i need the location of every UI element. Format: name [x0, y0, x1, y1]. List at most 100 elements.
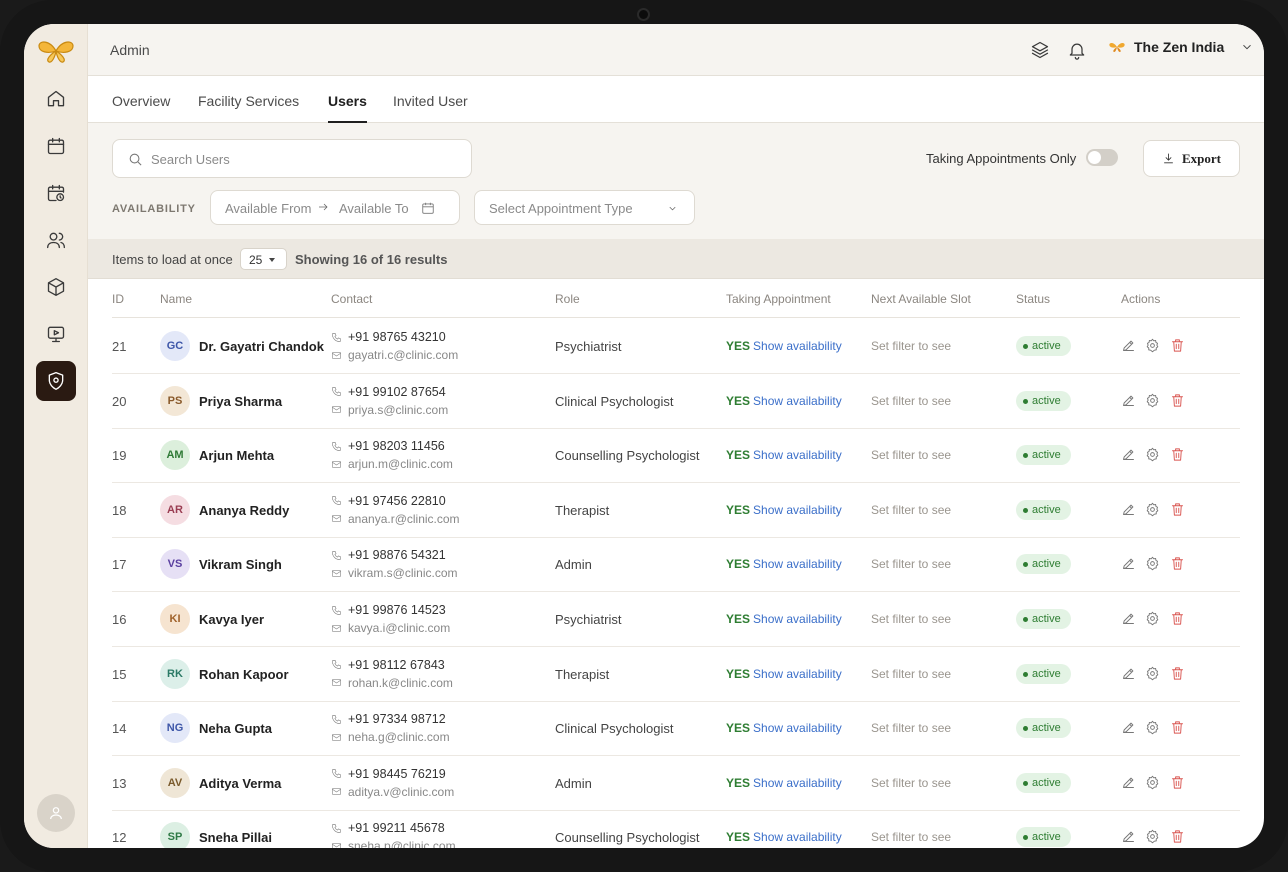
layers-icon: [1031, 41, 1049, 59]
show-availability-link[interactable]: Show availability: [753, 830, 842, 844]
edit-icon: [1123, 559, 1134, 570]
edit-button[interactable]: [1121, 775, 1136, 790]
nav-schedule[interactable]: [36, 173, 76, 213]
show-availability-link[interactable]: Show availability: [753, 667, 842, 681]
edit-icon: [1123, 668, 1134, 679]
butterfly-logo-icon[interactable]: [36, 38, 76, 64]
settings-button[interactable]: [1145, 611, 1160, 626]
taking-appointment-value: YES: [726, 502, 751, 517]
nav-packages[interactable]: [36, 267, 76, 307]
search-input[interactable]: [151, 148, 451, 170]
show-availability-link[interactable]: Show availability: [753, 721, 842, 735]
status-badge: active: [1016, 336, 1071, 356]
user-icon: [50, 807, 62, 820]
user-role: Psychiatrist: [555, 612, 622, 627]
show-availability-link[interactable]: Show availability: [753, 557, 842, 571]
show-availability-link[interactable]: Show availability: [753, 448, 842, 462]
notifications-button[interactable]: [1067, 40, 1087, 60]
delete-button[interactable]: [1170, 502, 1185, 517]
appointment-type-select[interactable]: Select Appointment Type: [474, 190, 695, 225]
edit-icon: [1123, 504, 1134, 515]
settings-button[interactable]: [1145, 775, 1160, 790]
delete-button[interactable]: [1170, 611, 1185, 626]
phone-icon: [332, 332, 341, 342]
edit-button[interactable]: [1121, 829, 1136, 844]
settings-button[interactable]: [1145, 720, 1160, 735]
tab-overview[interactable]: Overview: [112, 93, 170, 123]
column-header-status: Status: [1016, 292, 1051, 306]
available-to-field[interactable]: Available To: [339, 201, 409, 216]
page-size-value: 25: [249, 253, 263, 267]
appointment-type-placeholder: Select Appointment Type: [489, 201, 633, 216]
phone-icon: [332, 387, 341, 397]
trash-icon: [1172, 830, 1183, 843]
show-availability-link[interactable]: Show availability: [753, 394, 842, 408]
table-row[interactable]: 12 SP Sneha Pillai +91 99211 45678 sneha.p@c…: [112, 810, 1240, 848]
settings-button[interactable]: [1145, 502, 1160, 517]
edit-button[interactable]: [1121, 556, 1136, 571]
org-switcher[interactable]: The Zen India: [1108, 39, 1254, 55]
edit-button[interactable]: [1121, 502, 1136, 517]
user-email: priya.s@clinic.com: [331, 403, 448, 417]
table-row[interactable]: 15 RK Rohan Kapoor +91 98112 67843 rohan.k@c…: [112, 647, 1240, 702]
table-row[interactable]: 21 GC Dr. Gayatri Chandok +91 98765 43210 ga…: [112, 319, 1240, 374]
available-from-field[interactable]: Available From: [225, 201, 311, 216]
edit-button[interactable]: [1121, 393, 1136, 408]
availability-date-range[interactable]: Available From Available To: [210, 190, 460, 225]
phone-text: +91 97334 98712: [348, 712, 446, 727]
trash-icon: [1172, 667, 1183, 680]
settings-button[interactable]: [1145, 666, 1160, 681]
table-row[interactable]: 14 NG Neha Gupta +91 97334 98712 neha.g@clin…: [112, 701, 1240, 757]
user-avatar-button[interactable]: [37, 794, 75, 832]
delete-button[interactable]: [1170, 447, 1185, 462]
nav-media[interactable]: [36, 314, 76, 354]
tab-users[interactable]: Users: [328, 93, 367, 123]
nav-home[interactable]: [36, 79, 76, 119]
table-row[interactable]: 17 VS Vikram Singh +91 98876 54321 vikram.s@…: [112, 537, 1240, 593]
nav-calendar[interactable]: [36, 126, 76, 166]
show-availability-link[interactable]: Show availability: [753, 503, 842, 517]
edit-button[interactable]: [1121, 720, 1136, 735]
export-button[interactable]: Export: [1143, 140, 1240, 177]
table-row[interactable]: 16 KI Kavya Iyer +91 99876 14523 kavya.i@cli…: [112, 592, 1240, 647]
edit-button[interactable]: [1121, 611, 1136, 626]
edit-button[interactable]: [1121, 666, 1136, 681]
layers-button[interactable]: [1030, 40, 1050, 60]
table-row[interactable]: 18 AR Ananya Reddy +91 97456 22810 ananya.r@…: [112, 483, 1240, 538]
delete-button[interactable]: [1170, 338, 1185, 353]
settings-button[interactable]: [1145, 556, 1160, 571]
settings-button[interactable]: [1145, 338, 1160, 353]
show-availability-link[interactable]: Show availability: [753, 612, 842, 626]
settings-button[interactable]: [1145, 447, 1160, 462]
settings-button[interactable]: [1145, 393, 1160, 408]
tab-invited-user[interactable]: Invited User: [393, 93, 468, 123]
settings-button[interactable]: [1145, 829, 1160, 844]
delete-button[interactable]: [1170, 829, 1185, 844]
user-email: gayatri.c@clinic.com: [331, 348, 458, 362]
status-badge: active: [1016, 663, 1071, 684]
show-availability-link[interactable]: Show availability: [753, 776, 842, 790]
delete-button[interactable]: [1170, 393, 1185, 408]
nav-users[interactable]: [36, 220, 76, 260]
page-size-select[interactable]: 25: [240, 248, 287, 270]
table-row[interactable]: 19 AM Arjun Mehta +91 98203 11456 arjun.m@cl…: [112, 428, 1240, 484]
email-text: rohan.k@clinic.com: [348, 675, 453, 690]
nav-admin[interactable]: [36, 361, 76, 401]
user-email: sneha.p@clinic.com: [331, 839, 456, 848]
delete-button[interactable]: [1170, 720, 1185, 735]
table-row[interactable]: 13 AV Aditya Verma +91 98445 76219 aditya.v@…: [112, 756, 1240, 811]
edit-button[interactable]: [1121, 338, 1136, 353]
show-availability-link[interactable]: Show availability: [753, 339, 842, 353]
edit-button[interactable]: [1121, 447, 1136, 462]
user-role: Clinical Psychologist: [555, 721, 674, 737]
delete-button[interactable]: [1170, 775, 1185, 790]
user-id: 18: [112, 502, 127, 518]
phone-text: +91 99211 45678: [348, 821, 445, 836]
table-row[interactable]: 20 PS Priya Sharma +91 99102 87654 priya.s@c…: [112, 374, 1240, 429]
avatar: AR: [160, 494, 190, 525]
delete-button[interactable]: [1170, 666, 1185, 681]
delete-button[interactable]: [1170, 556, 1185, 571]
taking-appointments-toggle[interactable]: [1086, 149, 1118, 166]
tab-facility-services[interactable]: Facility Services: [198, 93, 299, 123]
taking-appointment: YES Show availability: [726, 339, 842, 353]
